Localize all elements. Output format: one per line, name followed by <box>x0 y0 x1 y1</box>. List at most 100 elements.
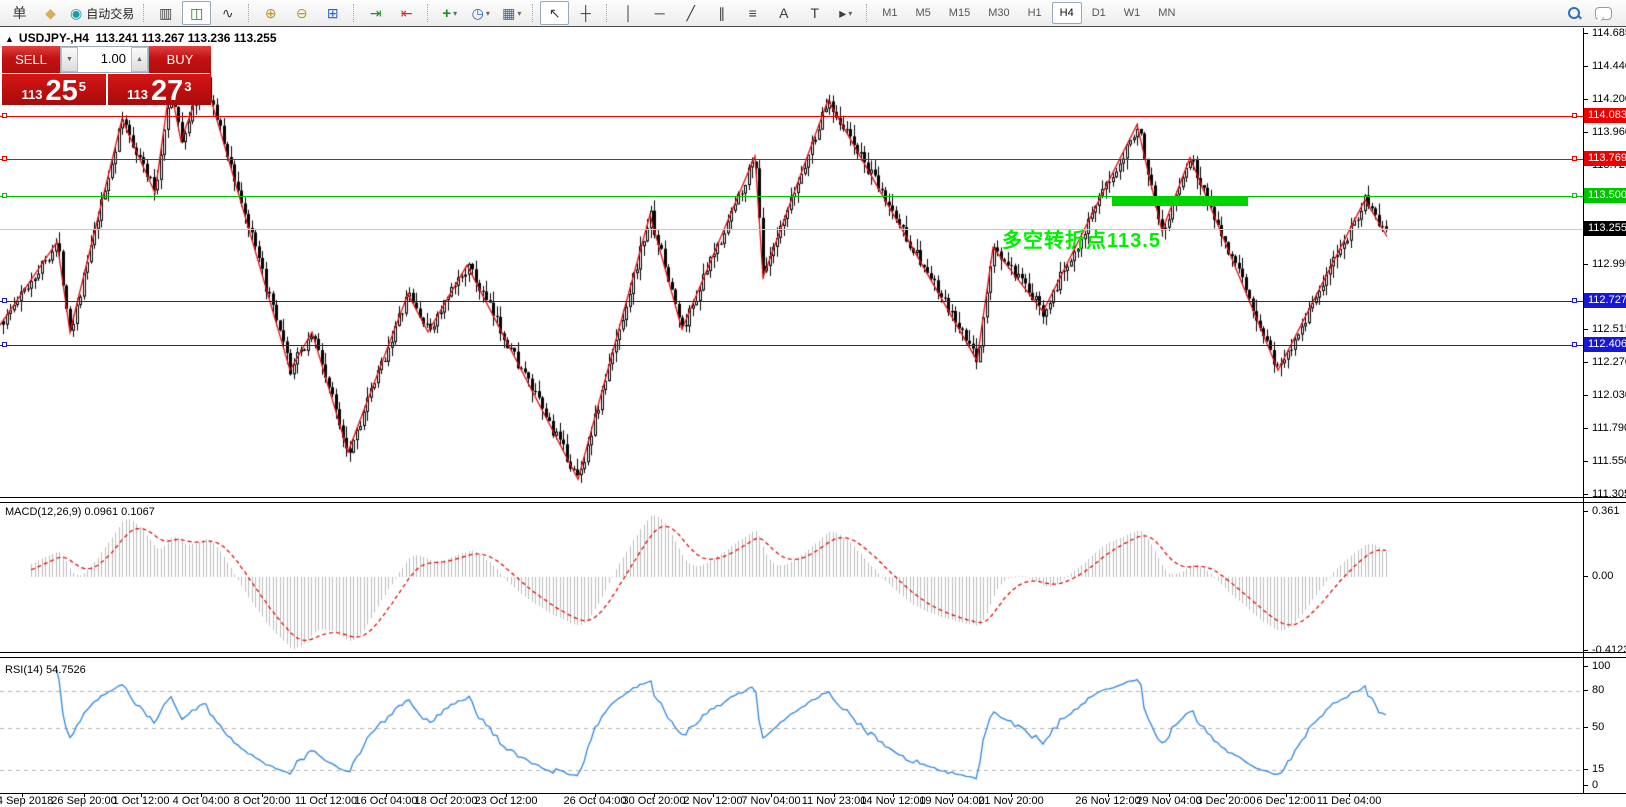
collapse-arrow-icon[interactable]: ▲ <box>5 34 14 44</box>
pane-separator[interactable] <box>0 657 1626 658</box>
templates-button[interactable]: ▦ ▾ <box>497 1 526 25</box>
price-line-last-price[interactable] <box>0 229 1583 230</box>
zoom-out-icon: ⊖ <box>295 5 308 21</box>
price-tick-label: 111.790 <box>1582 422 1626 434</box>
line-handle[interactable] <box>1572 298 1577 303</box>
text-button[interactable]: A <box>769 1 798 25</box>
tile-windows-icon: ⊞ <box>326 5 339 21</box>
date-tick <box>952 793 953 797</box>
chevron-down-icon: ▾ <box>485 8 490 18</box>
macd-tick-label: 0.361 <box>1583 505 1620 518</box>
text-label-button[interactable]: T <box>800 1 829 25</box>
price-line-resistance-1[interactable] <box>0 113 1583 118</box>
line-handle[interactable] <box>2 193 7 198</box>
timeframe-m15-button[interactable]: M15 <box>941 2 978 24</box>
periods-button[interactable]: ◷ ▾ <box>466 1 495 25</box>
price-badge: 113.255 <box>1584 221 1626 237</box>
diamond-button[interactable]: ◆ <box>36 1 65 25</box>
chevron-down-icon: ▾ <box>517 8 522 18</box>
line-handle[interactable] <box>1572 113 1577 118</box>
date-tick <box>386 793 387 797</box>
volume-value[interactable]: 1.00 <box>78 47 131 72</box>
toolbar-separator <box>143 4 145 22</box>
bar-chart-icon: ▥ <box>159 5 173 21</box>
ohlc-values: 113.241 113.267 113.236 113.255 <box>95 31 277 45</box>
timeframe-m5-button[interactable]: M5 <box>908 2 939 24</box>
buy-price-display[interactable]: 113 27 3 <box>107 74 211 106</box>
symbol-period-label: USDJPY-,H4 <box>18 31 89 45</box>
auto-scroll-button[interactable]: ⇥ <box>361 1 390 25</box>
crosshair-button[interactable]: ┼ <box>571 1 600 25</box>
line-handle[interactable] <box>1572 156 1577 161</box>
chart-canvas[interactable] <box>0 28 1583 793</box>
timeframe-mn-button[interactable]: MN <box>1150 2 1183 24</box>
vertical-line-button[interactable]: │ <box>614 1 643 25</box>
pivot-annotation-text[interactable]: 多空转折点113.5 <box>1002 224 1161 253</box>
sell-price-display[interactable]: 113 25 5 <box>2 74 106 106</box>
macd-label: MACD(12,26,9) 0.0961 0.1067 <box>5 506 155 518</box>
chart-shift-button[interactable]: ⇤ <box>392 1 421 25</box>
chart-shift-icon: ⇤ <box>400 5 413 21</box>
candlestick-chart-icon: ◫ <box>190 5 204 21</box>
search-icon[interactable] <box>1568 6 1581 20</box>
chat-icon[interactable] <box>1595 6 1612 20</box>
cursor-icon: ↖ <box>548 5 561 21</box>
volume-increase-button[interactable]: ▲ <box>131 47 148 72</box>
timeframe-d1-button[interactable]: D1 <box>1084 2 1114 24</box>
arrows-button[interactable]: ▸ ▾ <box>831 1 860 25</box>
timeframe-m30-button[interactable]: M30 <box>980 2 1017 24</box>
line-handle[interactable] <box>1572 193 1577 198</box>
timeframe-h1-button[interactable]: H1 <box>1020 2 1050 24</box>
line-handle[interactable] <box>1572 342 1577 347</box>
timeframe-m1-button[interactable]: M1 <box>874 2 905 24</box>
candlestick-chart-button[interactable]: ◫ <box>182 1 212 25</box>
line-handle[interactable] <box>2 156 7 161</box>
equidistant-channel-button[interactable]: ∥ <box>707 1 736 25</box>
price-tick-label: 111.305 <box>1582 488 1626 500</box>
zoom-in-button[interactable]: ⊕ <box>256 1 285 25</box>
line-chart-icon: ∿ <box>221 5 234 21</box>
chart-title: ▲ USDJPY-,H4 113.241 113.267 113.236 113.… <box>5 31 277 45</box>
macd-tick-label: 0.00 <box>1582 570 1614 582</box>
price-line-resistance-2[interactable] <box>0 156 1583 161</box>
toolbar-separator <box>532 4 534 22</box>
rsi-tick-label: 100 <box>1582 660 1611 672</box>
toolbar-right-icons <box>1568 6 1612 20</box>
cursor-button[interactable]: ↖ <box>540 1 570 25</box>
pane-separator[interactable] <box>0 652 1626 653</box>
fibonacci-button[interactable]: ≡ <box>738 1 767 25</box>
timeframe-w1-button[interactable]: W1 <box>1116 2 1149 24</box>
trendline-button[interactable]: ╱ <box>676 1 705 25</box>
timeframe-h4-button[interactable]: H4 <box>1051 2 1082 24</box>
horizontal-line-button[interactable]: ─ <box>645 1 674 25</box>
pane-separator[interactable] <box>0 502 1626 503</box>
sell-button[interactable]: SELL <box>2 46 60 73</box>
buy-button[interactable]: BUY <box>149 46 211 73</box>
diamond-icon: ◆ <box>45 5 56 21</box>
date-tick <box>22 793 23 797</box>
line-handle[interactable] <box>2 298 7 303</box>
volume-decrease-button[interactable]: ▼ <box>61 47 78 72</box>
date-tick <box>1349 793 1350 797</box>
green-highlight-band[interactable] <box>1112 196 1248 206</box>
date-label: 24 Sep 2018 <box>0 795 54 807</box>
tile-windows-button[interactable]: ⊞ <box>318 1 347 25</box>
bar-chart-button[interactable]: ▥ <box>151 1 180 25</box>
new-order-button[interactable]: 单 <box>5 1 34 25</box>
line-handle[interactable] <box>2 113 7 118</box>
price-tick-label: 112.515 <box>1583 323 1626 335</box>
line-handle[interactable] <box>2 342 7 347</box>
autotrading-button[interactable]: ◉ 自动交易 <box>67 1 137 25</box>
autotrading-label: 自动交易 <box>86 6 135 21</box>
indicators-button[interactable]: + ▾ <box>435 1 464 25</box>
rsi-tick-label: 0 <box>1582 779 1599 791</box>
line-chart-button[interactable]: ∿ <box>213 1 242 25</box>
rsi-label: RSI(14) 54.7526 <box>5 664 86 676</box>
price-line-pivot-green[interactable] <box>0 193 1583 198</box>
zoom-out-button[interactable]: ⊖ <box>287 1 316 25</box>
price-line-support-2[interactable] <box>0 342 1583 347</box>
price-line-support-1[interactable] <box>0 298 1583 303</box>
trendline-icon: ╱ <box>686 5 695 21</box>
pane-separator[interactable] <box>0 497 1626 498</box>
buy-price-sup: 3 <box>184 79 192 94</box>
